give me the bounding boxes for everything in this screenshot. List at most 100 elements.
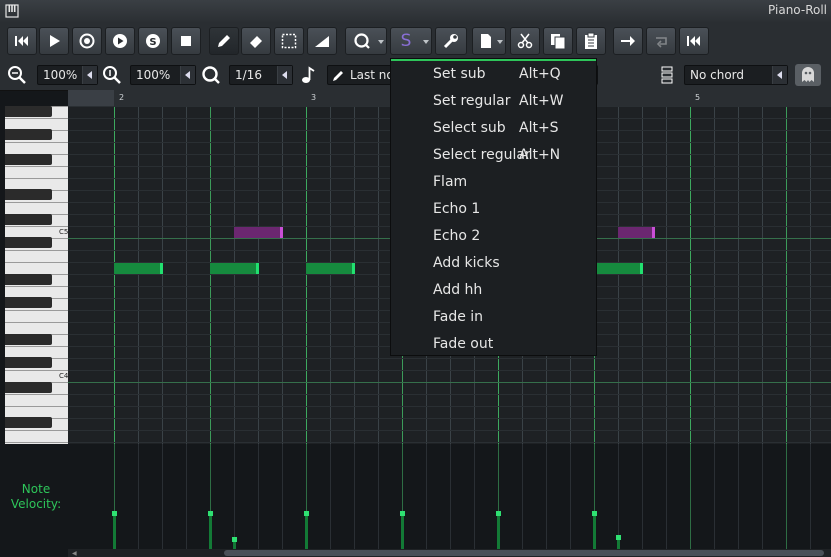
tools-button[interactable] [435, 27, 467, 55]
velocity-grid-line [618, 444, 619, 549]
black-key[interactable] [5, 274, 52, 285]
black-key[interactable] [5, 382, 52, 393]
velocity-bar[interactable] [304, 511, 309, 549]
grid-row-line [68, 406, 831, 407]
black-key[interactable] [5, 189, 52, 200]
black-key[interactable] [5, 417, 52, 428]
cut-button[interactable] [510, 27, 540, 55]
jump-forward-button[interactable] [613, 27, 643, 55]
note[interactable] [306, 263, 355, 274]
zoom-horizontal-icon [6, 64, 28, 86]
black-key[interactable] [5, 297, 52, 308]
clipboard-menu-button[interactable] [472, 27, 506, 55]
note[interactable] [210, 263, 259, 274]
copy-icon [551, 34, 566, 50]
quantize-button[interactable] [345, 27, 387, 55]
black-key[interactable] [5, 129, 52, 140]
rewind-button[interactable] [7, 27, 37, 55]
select-mode-button[interactable] [274, 27, 304, 55]
black-key[interactable] [5, 154, 52, 165]
velocity-bar[interactable] [592, 511, 597, 549]
menu-item[interactable]: Add hh [391, 277, 596, 304]
paste-icon [585, 32, 597, 49]
zoom-vertical-icon [101, 64, 123, 86]
menu-item[interactable]: Echo 2 [391, 223, 596, 250]
wrench-icon [443, 34, 458, 49]
title-bar: Piano-Roll [0, 0, 831, 23]
draw-mode-button[interactable] [209, 27, 239, 55]
menu-item[interactable]: Flam [391, 169, 596, 196]
velocity-bar[interactable] [496, 511, 501, 549]
black-key[interactable] [5, 106, 52, 117]
note[interactable] [597, 263, 643, 274]
velocity-editor[interactable]: Note Velocity: [0, 444, 831, 549]
play-button[interactable] [39, 27, 69, 55]
menu-item[interactable]: Select sub Alt+S [391, 115, 596, 142]
velocity-bar[interactable] [208, 511, 213, 549]
piano-keyboard[interactable]: C5 C4 [5, 106, 68, 444]
velocity-label-line1: Note [21, 482, 51, 496]
loop-button[interactable] [646, 27, 676, 55]
record-button[interactable] [72, 27, 102, 55]
grid-row-line [68, 442, 831, 443]
velocity-grid-line [810, 444, 811, 549]
ghost-notes-button[interactable] [795, 64, 821, 86]
horizontal-scrollbar[interactable]: ◀ [68, 549, 831, 557]
menu-item[interactable]: Add kicks [391, 250, 596, 277]
record-step-button[interactable]: S [138, 27, 168, 55]
ruler-shade [68, 90, 114, 106]
menu-item-label: Fade out [433, 336, 494, 352]
zoom-y-combo[interactable]: 100% [130, 65, 196, 85]
combo-arrow[interactable] [180, 66, 195, 84]
combo-arrow[interactable] [772, 66, 787, 84]
combo-arrow[interactable] [277, 66, 292, 84]
rewind-icon [15, 36, 28, 46]
velocity-grid-line [450, 444, 451, 549]
menu-item-label: Select sub [433, 120, 506, 136]
note[interactable] [234, 227, 283, 238]
ramp-icon [315, 36, 329, 47]
menu-item[interactable]: Echo 1 [391, 196, 596, 223]
menu-item[interactable]: Fade out [391, 331, 596, 358]
menu-item[interactable]: Set regular Alt+W [391, 88, 596, 115]
velocity-bar[interactable] [232, 537, 237, 549]
menu-item[interactable]: Fade in [391, 304, 596, 331]
black-key[interactable] [5, 214, 52, 225]
record-while-playing-button[interactable] [105, 27, 135, 55]
scroll-left-arrow-icon[interactable]: ◀ [72, 550, 77, 557]
quantize-combo[interactable]: 1/16 [229, 65, 293, 85]
black-key[interactable] [5, 357, 52, 368]
jump-start-button[interactable] [679, 27, 709, 55]
note[interactable] [114, 263, 163, 274]
grid-row-line [68, 370, 831, 371]
paste-button[interactable] [576, 27, 606, 55]
velocity-grid-line [714, 444, 715, 549]
velocity-grid-line [546, 444, 547, 549]
velocity-grid-line [378, 444, 379, 549]
window-title: Piano-Roll [768, 3, 827, 17]
velocity-grid-line [282, 444, 283, 549]
velocity-grid-line [762, 444, 763, 549]
menu-item[interactable]: Set sub Alt+Q [391, 61, 596, 88]
white-key-divider [5, 286, 68, 287]
pitch-bend-mode-button[interactable] [307, 27, 337, 55]
velocity-bar[interactable] [616, 535, 621, 549]
piano-roll-app-icon [5, 4, 19, 18]
copy-button[interactable] [543, 27, 573, 55]
stop-button[interactable] [171, 27, 201, 55]
combo-arrow[interactable] [82, 66, 97, 84]
black-key[interactable] [5, 334, 52, 345]
black-key[interactable] [5, 237, 52, 248]
note[interactable] [618, 227, 655, 238]
scrollbar-handle[interactable] [224, 550, 824, 556]
zoom-x-combo[interactable]: 100% [37, 65, 98, 85]
erase-mode-button[interactable] [241, 27, 271, 55]
white-key-divider [5, 118, 68, 119]
velocity-bar[interactable] [112, 511, 117, 549]
note-length-combo[interactable]: Last no [327, 65, 397, 85]
menu-item[interactable]: Select regular Alt+N [391, 142, 596, 169]
white-key-divider [5, 442, 68, 443]
script-button[interactable]: S [390, 27, 432, 55]
chord-combo[interactable]: No chord [684, 65, 788, 85]
velocity-bar[interactable] [400, 511, 405, 549]
